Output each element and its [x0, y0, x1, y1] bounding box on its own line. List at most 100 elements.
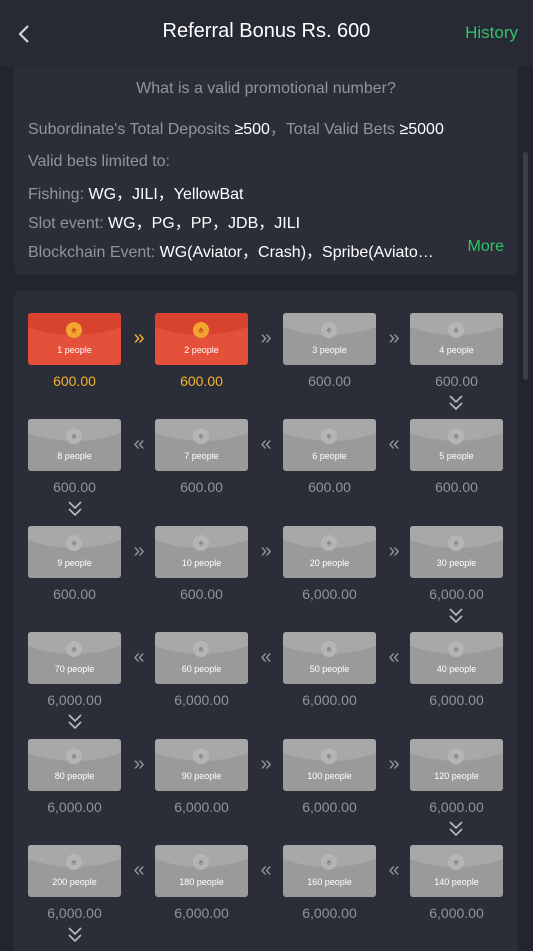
- tier-people-label: 4 people: [439, 345, 474, 355]
- fishing-value: WG，JILI，YellowBat: [88, 186, 244, 203]
- tier-amount: 600.00: [435, 479, 478, 495]
- spade-icon: ♠: [321, 535, 337, 551]
- chevron-double-left-icon: «: [133, 859, 145, 881]
- red-envelope-card[interactable]: ♠ 9 people: [28, 526, 121, 578]
- red-envelope-card[interactable]: ♠ 50 people: [283, 632, 376, 684]
- chevron-double-left-icon: «: [388, 646, 400, 668]
- red-envelope-card[interactable]: ♠ 80 people: [28, 739, 121, 791]
- red-envelope-card[interactable]: ♠ 8 people: [28, 419, 121, 471]
- red-envelope-card[interactable]: ♠ 160 people: [283, 845, 376, 897]
- tier-amount: 6,000.00: [429, 905, 484, 921]
- more-link[interactable]: More: [468, 238, 504, 256]
- tier-people-label: 80 people: [54, 771, 95, 781]
- chevron-double-left-icon: «: [133, 433, 145, 455]
- spade-icon: ♠: [321, 322, 337, 338]
- chevron-double-down-icon: [65, 499, 85, 519]
- red-envelope-card[interactable]: ♠ 5 people: [410, 419, 503, 471]
- red-envelope-card[interactable]: ♠ 2 people: [155, 313, 248, 365]
- tier-amount: 6,000.00: [174, 799, 229, 815]
- red-envelope-card[interactable]: ♠ 3 people: [283, 313, 376, 365]
- tier-amount: 600.00: [180, 479, 223, 495]
- page-title: Referral Bonus Rs. 600: [162, 20, 371, 42]
- tier-amount: 6,000.00: [174, 905, 229, 921]
- tier-people-label: 1 people: [57, 345, 92, 355]
- spade-icon: ♠: [193, 428, 209, 444]
- chevron-double-right-icon: »: [133, 540, 145, 562]
- tier-people-label: 3 people: [312, 345, 347, 355]
- spade-icon: ♠: [321, 641, 337, 657]
- tier-amount: 6,000.00: [47, 905, 102, 921]
- tier-amount: 6,000.00: [174, 692, 229, 708]
- chevron-double-down-icon: [65, 712, 85, 732]
- chevron-double-left-icon: «: [260, 433, 272, 455]
- red-envelope-card[interactable]: ♠ 140 people: [410, 845, 503, 897]
- tier-people-label: 200 people: [52, 877, 97, 887]
- chevron-double-left-icon: «: [260, 646, 272, 668]
- bets-label: ，Total Valid Bets: [269, 121, 400, 138]
- tier-amount: 600.00: [180, 373, 223, 389]
- chevron-double-left-icon: «: [133, 646, 145, 668]
- chevron-double-left-icon: «: [388, 433, 400, 455]
- spade-icon: ♠: [66, 428, 82, 444]
- blockchain-label: Blockchain Event:: [28, 244, 160, 261]
- chevron-double-right-icon: »: [133, 327, 145, 349]
- red-envelope-card[interactable]: ♠ 200 people: [28, 845, 121, 897]
- tier-people-label: 50 people: [309, 664, 350, 674]
- red-envelope-card[interactable]: ♠ 100 people: [283, 739, 376, 791]
- spade-icon: ♠: [193, 748, 209, 764]
- spade-icon: ♠: [193, 535, 209, 551]
- red-envelope-card[interactable]: ♠ 70 people: [28, 632, 121, 684]
- blockchain-value: WG(Aviator，Crash)，Spribe(Aviato…: [159, 244, 434, 261]
- fishing-label: Fishing:: [28, 186, 89, 203]
- red-envelope-card[interactable]: ♠ 90 people: [155, 739, 248, 791]
- red-envelope-card[interactable]: ♠ 120 people: [410, 739, 503, 791]
- spade-icon: ♠: [321, 748, 337, 764]
- red-envelope-card[interactable]: ♠ 6 people: [283, 419, 376, 471]
- chevron-double-left-icon: «: [260, 859, 272, 881]
- tier-people-label: 140 people: [434, 877, 479, 887]
- slot-line: Slot event: WG，PG，PP，JDB，JILI: [28, 209, 300, 233]
- chevron-double-right-icon: »: [133, 753, 145, 775]
- tier-amount: 600.00: [53, 479, 96, 495]
- tier-people-label: 30 people: [436, 558, 477, 568]
- tier-amount: 600.00: [308, 373, 351, 389]
- chevron-double-right-icon: »: [388, 540, 400, 562]
- deposits-label: Subordinate's Total Deposits: [28, 121, 235, 138]
- chevron-double-right-icon: »: [260, 540, 272, 562]
- red-envelope-card[interactable]: ♠ 4 people: [410, 313, 503, 365]
- history-link[interactable]: History: [465, 23, 518, 43]
- tier-amount: 6,000.00: [429, 692, 484, 708]
- slot-value: WG，PG，PP，JDB，JILI: [108, 215, 301, 232]
- valid-number-question: What is a valid promotional number?: [136, 80, 396, 97]
- chevron-double-right-icon: »: [260, 753, 272, 775]
- chevron-double-down-icon: [446, 819, 466, 839]
- scrollbar[interactable]: [523, 152, 528, 380]
- tier-amount: 6,000.00: [302, 586, 357, 602]
- tier-people-label: 8 people: [57, 451, 92, 461]
- red-envelope-card[interactable]: ♠ 60 people: [155, 632, 248, 684]
- chevron-double-left-icon: «: [388, 859, 400, 881]
- chevron-double-down-icon: [446, 606, 466, 626]
- red-envelope-card[interactable]: ♠ 180 people: [155, 845, 248, 897]
- red-envelope-card[interactable]: ♠ 20 people: [283, 526, 376, 578]
- chevron-double-right-icon: »: [260, 327, 272, 349]
- tier-people-label: 60 people: [181, 664, 222, 674]
- tier-amount: 600.00: [53, 373, 96, 389]
- red-envelope-card[interactable]: ♠ 1 people: [28, 313, 121, 365]
- tier-people-label: 2 people: [184, 345, 219, 355]
- tier-amount: 6,000.00: [429, 586, 484, 602]
- red-envelope-card[interactable]: ♠ 10 people: [155, 526, 248, 578]
- bonus-tier-grid: ♠ 1 people 600.00 ♠ 2 people 600.00 ♠ 3 people 6…: [14, 290, 518, 951]
- spade-icon: ♠: [66, 641, 82, 657]
- spade-icon: ♠: [66, 535, 82, 551]
- tier-people-label: 10 people: [181, 558, 222, 568]
- tier-amount: 600.00: [308, 479, 351, 495]
- red-envelope-card[interactable]: ♠ 7 people: [155, 419, 248, 471]
- spade-icon: ♠: [321, 854, 337, 870]
- chevron-double-right-icon: »: [388, 327, 400, 349]
- tier-people-label: 120 people: [434, 771, 479, 781]
- tier-people-label: 160 people: [307, 877, 352, 887]
- fishing-line: Fishing: WG，JILI，YellowBat: [28, 180, 244, 204]
- red-envelope-card[interactable]: ♠ 40 people: [410, 632, 503, 684]
- red-envelope-card[interactable]: ♠ 30 people: [410, 526, 503, 578]
